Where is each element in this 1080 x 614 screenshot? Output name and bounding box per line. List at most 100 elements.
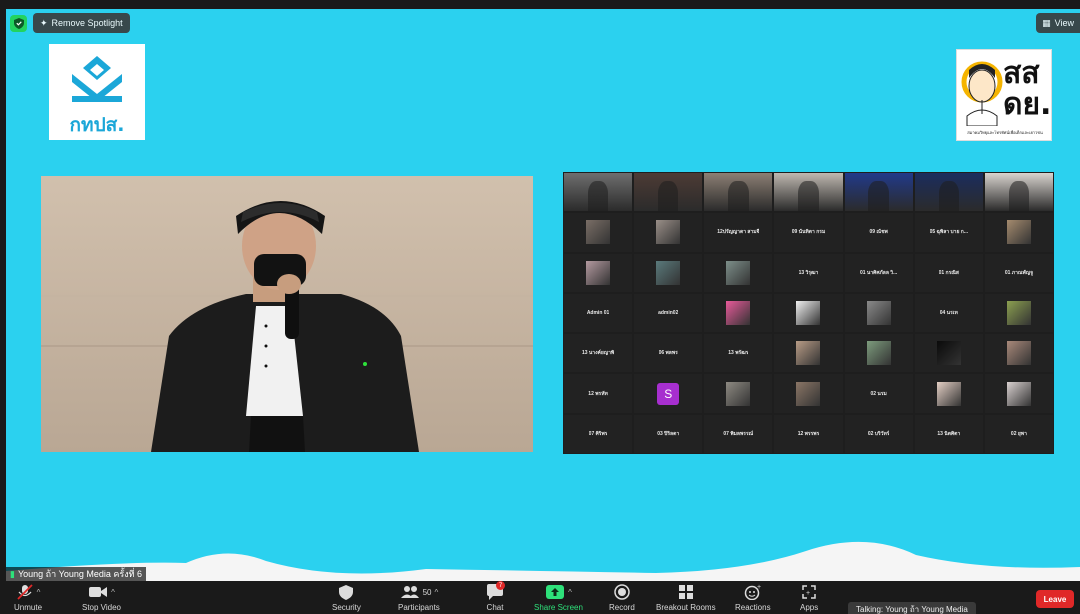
participant-tile[interactable] [564,253,633,292]
participant-tile[interactable] [844,173,913,212]
svg-text:+: + [806,590,810,597]
participant-name: 01 ภาณพัญจู [1004,269,1034,276]
logo-ssdy: สส ดย. สมาคมวิทยุและโทรทัศน์เพื่อเด็กและ… [956,49,1052,141]
chat-button[interactable]: 7 Chat [486,581,505,612]
chevron-up-icon[interactable]: ^ [434,588,438,597]
participant-tile[interactable] [984,293,1053,333]
participant-tile[interactable] [844,334,913,373]
chevron-up-icon[interactable]: ^ [37,588,41,597]
participant-tile[interactable]: 07 ศิริพร [564,414,633,453]
share-screen-button[interactable]: ^ Share Screen [534,583,583,612]
reactions-button[interactable]: + Reactions [735,583,771,612]
active-speaker-label: ▮ Young ถ้า Young Media ครั้งที่ 6 [6,567,147,581]
participant-name: 09 นันทิตา กรม [791,229,826,236]
participant-tile[interactable]: 05 ฉุพิลา บาย ก... [914,213,983,252]
participant-tile[interactable] [984,173,1053,212]
apps-button[interactable]: + Apps [800,583,818,612]
participant-tile[interactable]: 04 นรเท [914,293,983,333]
apps-icon: + [802,585,816,599]
participant-tile[interactable] [564,213,633,252]
participant-tile[interactable]: 02 บริวัทร์ [844,414,913,453]
participant-tile[interactable]: 13 พรัฒร [704,334,773,373]
participant-tile[interactable]: 09 นันทิตา กรม [774,213,843,252]
top-controls: ✦ Remove Spotlight [10,13,130,33]
participant-name: 13 วิรุฒา [798,269,819,276]
participant-name: 06 พลพร [658,350,678,357]
participant-tile[interactable] [704,293,773,333]
participant-name: 07 ศิริพร [588,430,608,437]
talking-indicator: Talking: Young ถ้า Young Media [848,602,976,614]
active-speaker-text: Young ถ้า Young Media ครั้งที่ 6 [17,569,143,579]
reactions-label: Reactions [735,603,771,612]
leave-button[interactable]: Leave [1036,590,1074,608]
chevron-up-icon[interactable]: ^ [111,588,115,597]
participant-tile[interactable] [914,374,983,413]
participant-tile[interactable] [984,213,1053,252]
chevron-up-icon[interactable]: ^ [568,588,572,597]
participant-tile[interactable]: 01 กรณิส [914,253,983,292]
record-button[interactable]: Record [609,583,635,612]
participant-avatar [726,260,751,285]
participant-name: 09 ณัชพ [869,229,888,236]
participant-tile[interactable]: Admin 01 [564,293,633,333]
shield-icon[interactable] [10,14,27,32]
participant-tile[interactable]: 13 วิรุฒา [774,253,843,292]
participant-tile[interactable] [704,173,773,212]
participant-name: 07 พิมลพรรณ์ [723,430,754,437]
participant-avatar [866,300,891,325]
breakout-rooms-icon [678,585,693,599]
participant-avatar [866,341,891,366]
gallery-grid: 12ปรัญญาดา สามจี 09 นันทิตา กรม 09 ณัชพ 05 … [563,172,1054,454]
remove-spotlight-label: Remove Spotlight [51,18,123,28]
participant-tile[interactable]: 02 นรม [844,374,913,413]
participant-tile[interactable] [774,293,843,333]
participant-tile[interactable] [774,334,843,373]
stop-video-button[interactable]: ^ Stop Video [82,583,121,612]
speaker-figure [41,176,533,452]
participant-tile[interactable]: S [634,374,703,413]
participant-tile[interactable]: 01 ภาณพัญจู [984,253,1053,292]
participant-tile[interactable]: 13 นางค์ยญาพิ [564,334,633,373]
logo-left-text: กทปส. [69,114,125,136]
participant-avatar [796,381,821,406]
participant-tile[interactable]: 13 นิตศิตา [914,414,983,453]
breakout-rooms-button[interactable]: Breakout Rooms [656,583,716,612]
participant-tile[interactable] [844,293,913,333]
participant-tile[interactable]: 06 พลพร [634,334,703,373]
participant-tile[interactable]: 12 พรหัท [564,374,633,413]
view-button[interactable]: ▦ View [1036,13,1080,33]
participant-tile[interactable]: 09 ณัชพ [844,213,913,252]
security-button[interactable]: Security [332,583,361,612]
participant-tile[interactable] [984,334,1053,373]
participants-label: Participants [398,603,440,612]
participant-tile[interactable] [984,374,1053,413]
participant-avatar [1006,300,1031,325]
participant-name: 01 นาศิศภัลล วิ... [859,269,898,276]
participant-name: 13 นางค์ยญาพิ [581,350,615,357]
unmute-button[interactable]: ^ Unmute [14,583,42,612]
participant-name: 13 พรัฒร [728,350,749,357]
participant-tile[interactable]: 07 พิมลพรรณ์ [704,414,773,453]
participant-tile[interactable] [634,173,703,212]
participant-tile[interactable] [704,253,773,292]
background-hills [6,541,1080,581]
participant-tile[interactable] [704,374,773,413]
participant-tile[interactable] [634,213,703,252]
participant-tile[interactable]: 03 ปิริลดา [634,414,703,453]
participant-tile[interactable] [564,173,633,212]
participant-tile[interactable]: 01 นาศิศภัลล วิ... [844,253,913,292]
participant-tile[interactable]: 12ปรัญญาดา สามจี [704,213,773,252]
participant-tile[interactable]: 02 ยุพา [984,414,1053,453]
participant-tile[interactable] [914,173,983,212]
participant-tile[interactable] [774,173,843,212]
participants-button[interactable]: 50 ^ Participants [398,583,440,612]
participant-tile[interactable]: admin02 [634,293,703,333]
record-icon [614,584,630,600]
participant-tile[interactable]: 12 พรรพร [774,414,843,453]
participant-tile[interactable] [914,334,983,373]
remove-spotlight-button[interactable]: ✦ Remove Spotlight [33,13,130,33]
participant-avatar [726,300,751,325]
participant-tile[interactable] [634,253,703,292]
participant-tile[interactable] [774,374,843,413]
participant-avatar [656,220,681,245]
